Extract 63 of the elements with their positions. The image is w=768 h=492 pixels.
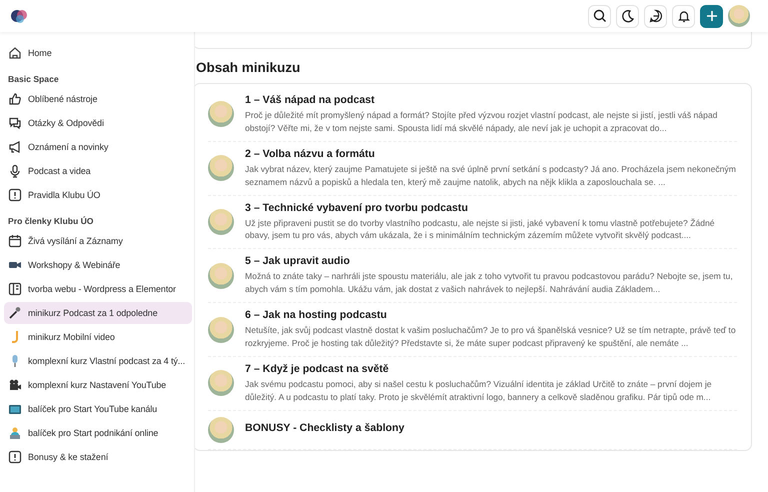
sidebar-item[interactable]: Živá vysílání a Záznamy bbox=[4, 230, 192, 252]
person-laptop-icon bbox=[8, 426, 22, 440]
exclamation-icon bbox=[8, 188, 22, 202]
chat-bubbles-icon bbox=[8, 116, 22, 130]
sidebar-item[interactable]: komplexní kurz Vlastní podcast za 4 tý... bbox=[4, 350, 192, 372]
search-button[interactable] bbox=[588, 4, 611, 28]
plus-icon bbox=[704, 9, 718, 23]
search-icon bbox=[592, 9, 606, 23]
layout-icon bbox=[8, 282, 22, 296]
logo-icon[interactable] bbox=[10, 8, 30, 24]
lesson-title: BONUSY - Checklisty a šablony bbox=[245, 422, 406, 434]
sidebar-item[interactable]: Bonusy & ke stažení bbox=[4, 446, 192, 468]
sidebar-item[interactable]: Pravidla Klubu ÚO bbox=[4, 184, 192, 206]
lesson-title: 3 – Technické vybavení pro tvorbu podcastu bbox=[245, 202, 469, 214]
sidebar-item[interactable]: Otázky & Odpovědi bbox=[4, 112, 192, 134]
thumbs-up-icon bbox=[8, 92, 22, 106]
lesson-excerpt: Už jste připraveni pustit se do tvorby vlastního podcastu, ale nejste si jisti, jaké vybavení k tomu vlastně potřebujete? Žádné obavy, jsem tu pro vás, abych vám ukázala, že i s minimálním technickým zázemím můžete vytvořit skvělý podcast.... bbox=[245, 216, 716, 242]
lesson-excerpt: Proč je důležité mít promyšlený nápad a formát? Stojíte před výzvou rozjet vlastní podcast, ale nejste si jistí, jestli váš nápad obstojí? Věřte mi, že v tom nejste sami. Spousta lidí má skvělé nápady, ale neví jak je uchopit a zpracovat do... bbox=[245, 109, 718, 135]
avatar bbox=[208, 101, 234, 128]
sidebar-item[interactable]: minikurz Mobilní video bbox=[4, 326, 192, 348]
messages-button[interactable] bbox=[644, 4, 667, 28]
avatar bbox=[208, 316, 234, 343]
dark-mode-button[interactable] bbox=[616, 4, 639, 28]
section-heading: Obsah minikuzu bbox=[196, 60, 302, 75]
microphone-icon bbox=[8, 164, 22, 178]
lesson-excerpt: Možná to znáte taky – narhráli jste spoustu materiálu, ale jak z toho vytvořit tu pravou podcastovou parádu? Nebojte se, jsem tu, abych vám s tím pomohla. Ukážu vám, jak dostat z vašich nahrávek to nejlepší. Nahrávání audia Základem... bbox=[245, 270, 734, 296]
sidebar-item[interactable]: Oblíbené nástroje bbox=[4, 88, 192, 110]
lesson-excerpt: Jak svému podcastu pomoci, aby si našel cestu k posluchačům? Vizuální identita je základ Určitě to znáte – první dojem je důležitý. A u podcastu to platí taky. Proto je skvělémít atraktivní logo, bannery a celkově sladěnou grafiku. Pár tipů ode m... bbox=[245, 378, 713, 404]
lesson-title: 2 – Volba názvu a formátu bbox=[245, 148, 376, 160]
calendar-icon bbox=[8, 234, 22, 248]
avatar bbox=[208, 208, 234, 235]
megaphone-icon bbox=[8, 140, 22, 154]
section-title: Pro členky Klubu ÚO bbox=[7, 215, 94, 228]
microphone-icon bbox=[8, 306, 22, 320]
lesson-title: 7 – Když je podcast na světě bbox=[245, 362, 390, 375]
lesson-title: 1 – Váš nápad na podcast bbox=[245, 94, 376, 106]
sidebar-item[interactable]: minikurz Podcast za 1 odpoledne bbox=[4, 302, 192, 324]
bell-icon bbox=[676, 9, 690, 23]
sidebar-item[interactable]: Home bbox=[4, 42, 192, 64]
television-icon bbox=[8, 402, 22, 416]
sidebar-item[interactable]: Oznámení a novinky bbox=[4, 136, 192, 158]
avatar bbox=[208, 262, 234, 289]
sidebar-item[interactable]: komplexní kurz Nastavení YouTube bbox=[4, 374, 192, 396]
home-icon bbox=[8, 46, 22, 60]
exclamation-icon bbox=[8, 450, 22, 464]
avatar bbox=[208, 416, 234, 443]
sidebar-item[interactable]: Podcast a videa bbox=[4, 160, 192, 182]
sidebar-item[interactable]: Workshopy & Webináře bbox=[4, 254, 192, 276]
add-button[interactable] bbox=[700, 4, 723, 28]
sidebar-item[interactable]: tvorba webu - Wordpress a Elementor bbox=[4, 278, 192, 300]
movie-camera-icon bbox=[8, 378, 22, 392]
sidebar-item[interactable]: balíček pro Start podnikání online bbox=[4, 422, 192, 444]
moon-icon bbox=[620, 9, 634, 23]
lesson-excerpt: Netušíte, jak svůj podcast vlastně dostat k vašim posluchačům? Je to pro vá španělská vesnice? Už se tím netrapte, právě teď to rozkryjeme. Proč je hosting tak důležitý? Představte si, že máte super podcast připravený ke spuštění, ale nemáte ... bbox=[245, 324, 737, 350]
avatar bbox=[208, 155, 234, 182]
lesson-title: 6 – Jak na hosting podcastu bbox=[245, 309, 388, 322]
sidebar-item[interactable]: balíček pro Start YouTube kanálu bbox=[4, 398, 192, 420]
section-title: Basic Space bbox=[7, 73, 60, 86]
lesson-excerpt: Jak vybrat název, který zaujme Pamatujete si ještě na své úplně první setkání s podcasty? Já ano. Procházela jsem nekonečným seznamem názvů a popisků a hledala ten, který mě zaujme natolik, abych na nějk klikla a zaposlouchala se. ... bbox=[245, 162, 737, 189]
lesson-item[interactable]: BONUSY - Checklisty a šablony bbox=[208, 410, 737, 450]
notifications-button[interactable] bbox=[672, 4, 695, 28]
lesson-title: 5 – Jak upravit audio bbox=[245, 255, 351, 268]
avatar bbox=[208, 370, 234, 396]
